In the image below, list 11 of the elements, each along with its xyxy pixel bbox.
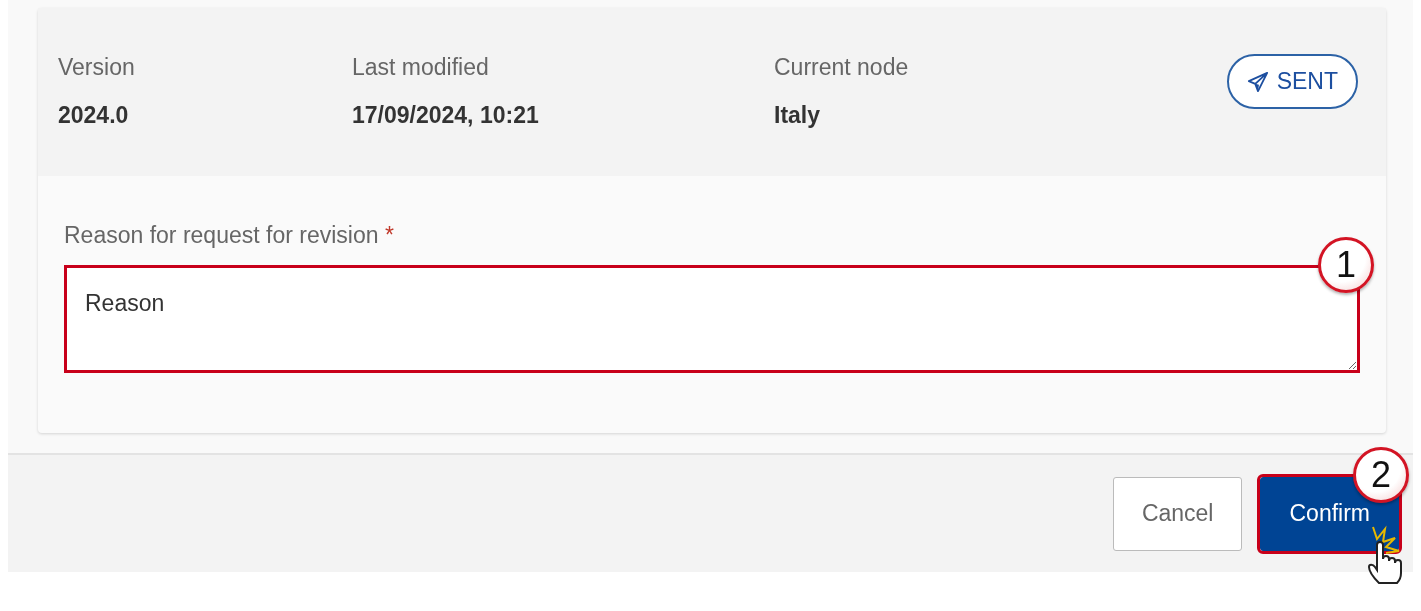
detail-label: Version — [58, 54, 136, 80]
detail-label: Current node — [774, 54, 910, 80]
step-callout: 2 — [1353, 446, 1409, 503]
detail-label: Last modified — [352, 54, 490, 80]
detail-value: Italy — [774, 102, 822, 128]
detail-value: 17/09/2024, 10:21 — [352, 102, 540, 128]
step-callout: 1 — [1318, 237, 1374, 293]
required-asterisk: * — [384, 222, 394, 248]
status-text: SENT — [1276, 68, 1338, 95]
detail-value: 2024.0 — [58, 102, 130, 128]
field-label: Reason for request for revision — [64, 222, 379, 248]
